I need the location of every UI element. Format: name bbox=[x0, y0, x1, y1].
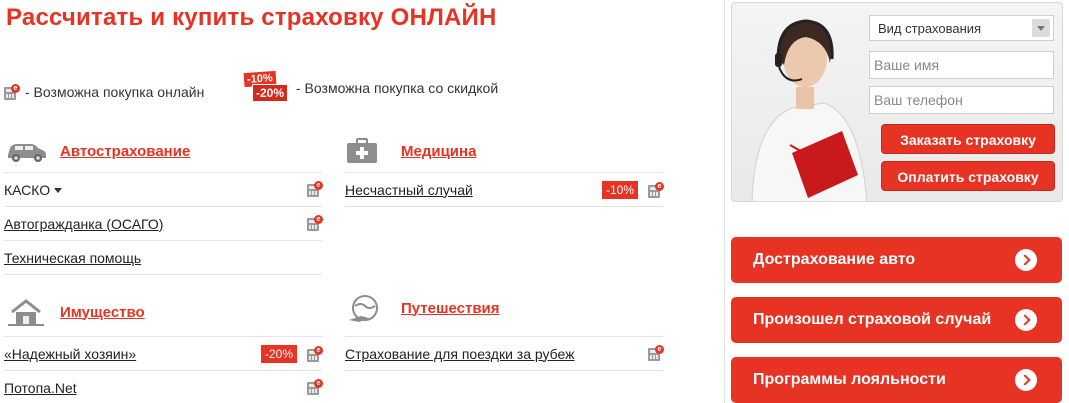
chevron-right-icon bbox=[1015, 249, 1037, 271]
property-list: «Надежный хозяин» -20% e Потопа.Net e bbox=[4, 336, 323, 403]
travel-abroad-link[interactable]: Страхование для поездки за рубеж bbox=[345, 346, 575, 362]
chevron-down-icon[interactable] bbox=[1032, 19, 1050, 37]
category-auto-link[interactable]: Автострахование bbox=[60, 143, 190, 160]
page-title: Рассчитать и купить страховку ОНЛАЙН bbox=[6, 4, 497, 31]
category-travel: Путешествия bbox=[345, 294, 500, 322]
discount-badge: -20% bbox=[260, 345, 297, 363]
insurance-type-select[interactable]: Вид страхования bbox=[869, 15, 1054, 41]
discount-badge: -10% bbox=[601, 181, 638, 199]
list-divider bbox=[345, 370, 663, 371]
list-divider bbox=[4, 274, 322, 275]
calculator-icon[interactable]: e bbox=[648, 345, 664, 361]
medicine-list: Несчастный случай -10% e bbox=[345, 172, 664, 207]
list-item: «Надежный хозяин» -20% e bbox=[4, 336, 323, 370]
tech-help-link[interactable]: Техническая помощь bbox=[4, 250, 141, 266]
insurance-type-value: Вид страхования bbox=[878, 21, 982, 36]
chevron-down-icon[interactable] bbox=[54, 188, 63, 194]
legend-online: e - Возможна покупка онлайн bbox=[4, 84, 204, 100]
potopa-link[interactable]: Потопа.Net bbox=[4, 380, 77, 396]
legend-online-text: - Возможна покупка онлайн bbox=[25, 84, 205, 100]
list-item: КАСКО e bbox=[4, 172, 323, 206]
first-aid-kit-icon bbox=[345, 137, 391, 165]
loyalty-programs-label: Программы лояльности bbox=[753, 371, 946, 388]
insured-event-button[interactable]: Произошел страховой случай bbox=[731, 297, 1062, 343]
list-item: Техническая помощь bbox=[4, 240, 322, 274]
category-property: Имущество bbox=[4, 298, 145, 326]
list-item: Страхование для поездки за рубеж e bbox=[345, 336, 664, 370]
category-travel-link[interactable]: Путешествия bbox=[401, 300, 500, 317]
accident-link[interactable]: Несчастный случай bbox=[345, 182, 473, 198]
category-auto: Автострахование bbox=[4, 137, 190, 165]
discount-badges-icon: -10% -20% bbox=[242, 70, 290, 104]
category-property-link[interactable]: Имущество bbox=[60, 304, 145, 321]
list-item: Несчастный случай -10% e bbox=[345, 172, 664, 206]
calculator-icon[interactable]: e bbox=[307, 379, 323, 395]
house-icon bbox=[4, 298, 50, 326]
column-divider bbox=[724, 0, 725, 403]
category-medicine-link[interactable]: Медицина bbox=[401, 143, 476, 160]
car-icon bbox=[4, 137, 50, 165]
calculator-online-icon: e bbox=[4, 84, 20, 100]
operator-photo bbox=[732, 3, 872, 201]
list-item: Автогражданка (ОСАГО) e bbox=[4, 206, 323, 240]
legend-discount-text: - Возможна покупка со скидкой bbox=[296, 80, 499, 96]
calculator-icon[interactable]: e bbox=[307, 346, 323, 362]
kasko-link[interactable]: КАСКО bbox=[4, 182, 63, 198]
additional-auto-insurance-label: Дострахование авто bbox=[753, 251, 916, 268]
insured-event-label: Произошел страховой случай bbox=[753, 311, 992, 328]
reliable-owner-link[interactable]: «Надежный хозяин» bbox=[4, 346, 136, 362]
category-medicine: Медицина bbox=[345, 137, 476, 165]
travel-list: Страхование для поездки за рубеж e bbox=[345, 336, 664, 371]
order-insurance-button[interactable]: Заказать страховку bbox=[881, 124, 1055, 154]
pay-insurance-button[interactable]: Оплатить страховку bbox=[881, 161, 1055, 191]
legend: e - Возможна покупка онлайн -10% -20% - … bbox=[4, 70, 564, 112]
list-item: Потопа.Net e bbox=[4, 370, 323, 403]
plane-globe-icon bbox=[345, 294, 391, 322]
chevron-right-icon bbox=[1015, 309, 1037, 331]
calculator-icon[interactable]: e bbox=[307, 181, 323, 197]
auto-list: КАСКО e Автогражданка (ОСАГО) e Техничес… bbox=[4, 172, 323, 275]
calculator-icon[interactable]: e bbox=[307, 215, 323, 231]
list-divider bbox=[345, 206, 663, 207]
order-panel: Вид страхования Заказать страховку Оплат… bbox=[731, 2, 1063, 202]
osago-link[interactable]: Автогражданка (ОСАГО) bbox=[4, 216, 163, 232]
phone-input[interactable] bbox=[869, 86, 1054, 114]
legend-discount: -10% -20% - Возможна покупка со скидкой bbox=[242, 70, 499, 104]
name-input[interactable] bbox=[869, 51, 1054, 79]
chevron-right-icon bbox=[1015, 369, 1037, 391]
additional-auto-insurance-button[interactable]: Дострахование авто bbox=[731, 237, 1062, 283]
calculator-icon[interactable]: e bbox=[648, 182, 664, 198]
loyalty-programs-button[interactable]: Программы лояльности bbox=[731, 357, 1062, 403]
